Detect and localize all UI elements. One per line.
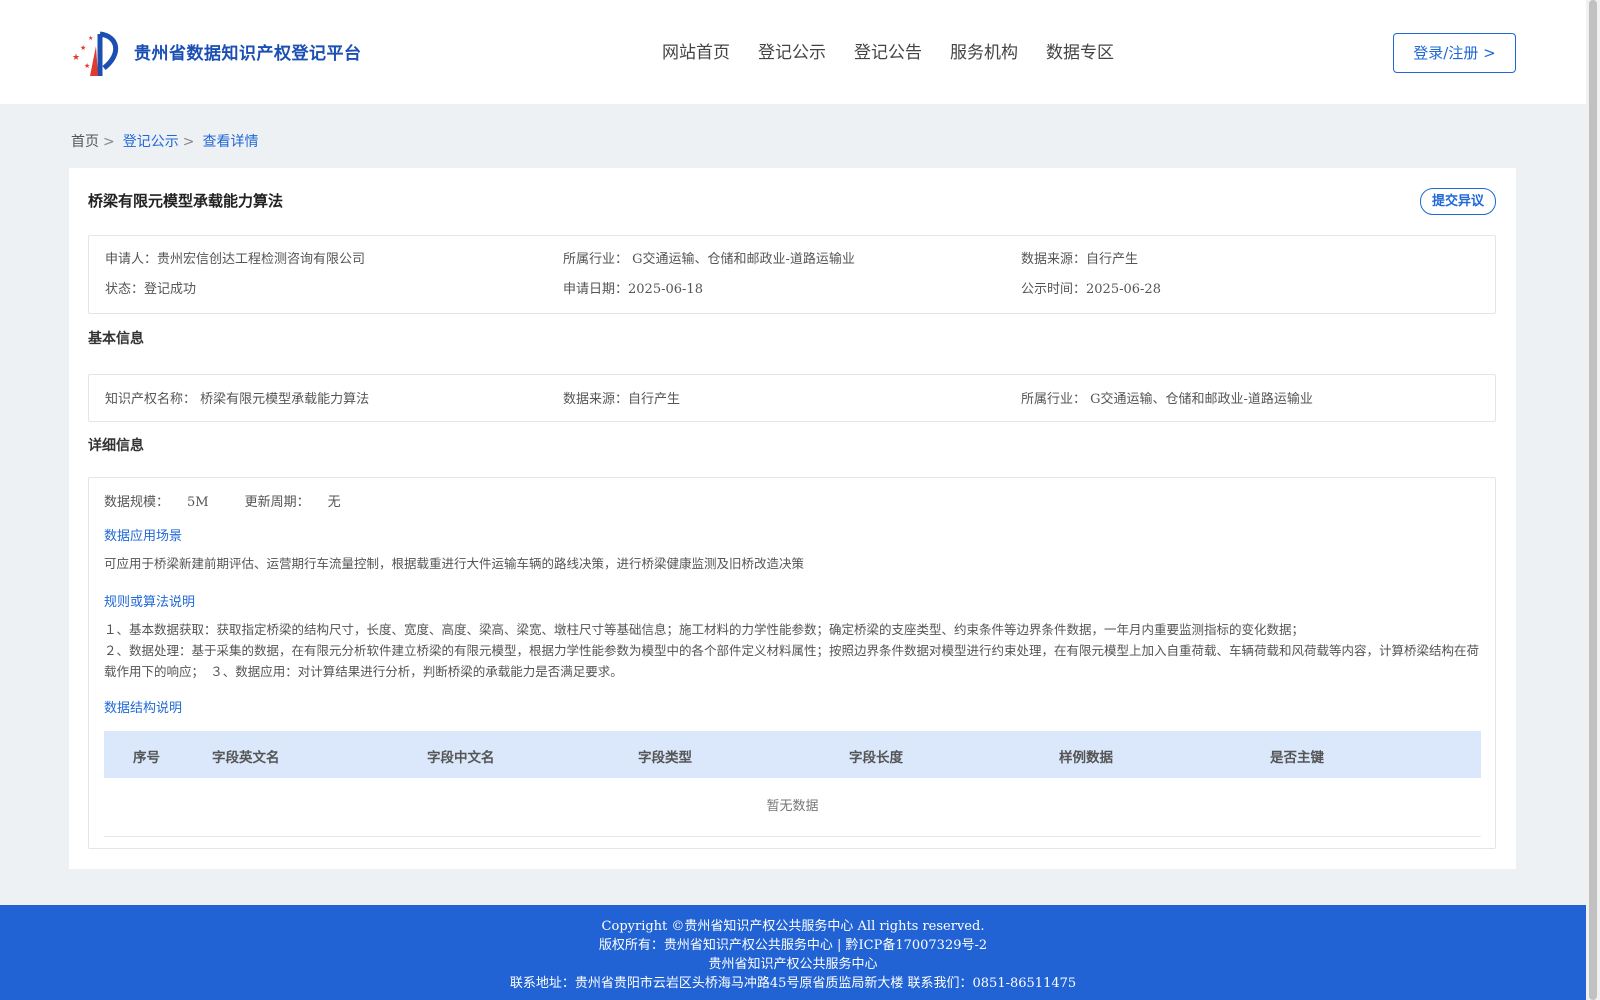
detail-card: 桥梁有限元模型承载能力算法 提交异议 申请人：贵州宏信创达工程检测咨询有限公司 …	[69, 168, 1516, 869]
publish-date-field: 公示时间：2025-06-28	[1021, 282, 1161, 297]
svg-text:★: ★	[80, 44, 86, 52]
algorithm-heading: 规则或算法说明	[104, 595, 196, 610]
basic-info-panel: 知识产权名称： 桥梁有限元模型承载能力算法 数据来源：自行产生 所属行业： G交…	[88, 374, 1496, 422]
status-field: 状态：登记成功	[105, 282, 197, 297]
svg-text:★: ★	[84, 62, 90, 70]
col-index: 序号	[133, 750, 160, 766]
structure-heading: 数据结构说明	[104, 701, 183, 716]
col-field-en: 字段英文名	[212, 750, 280, 766]
site-header: ★ ★ ★ ★ 贵州省数据知识产权登记平台 网站首页 登记公示 登记公告 服务机…	[0, 0, 1586, 104]
algorithm-line-1: １、基本数据获取：获取指定桥梁的结构尺寸，长度、宽度、高度、梁高、梁宽、墩柱尺寸…	[104, 622, 1305, 637]
summary-row: 状态：登记成功 申请日期：2025-06-18 公示时间：2025-06-28	[105, 278, 1479, 297]
applicant-field: 申请人：贵州宏信创达工程检测咨询有限公司	[105, 252, 366, 267]
page-scrollbar[interactable]	[1586, 0, 1600, 1000]
submit-objection-button[interactable]: 提交异议	[1420, 188, 1496, 215]
data-scale-value: 5M	[187, 495, 209, 510]
industry-field: 所属行业： G交通运输、仓储和邮政业-道路运输业	[563, 252, 855, 267]
source-field: 数据来源：自行产生	[1021, 252, 1139, 267]
applicant-value: 贵州宏信创达工程检测咨询有限公司	[157, 252, 366, 267]
site-logo[interactable]: ★ ★ ★ ★ 贵州省数据知识产权登记平台	[70, 24, 362, 78]
ip-name-value: 桥梁有限元模型承载能力算法	[200, 392, 370, 407]
basic-source-field: 数据来源：自行产生	[563, 392, 681, 407]
footer-org: 贵州省知识产权公共服务中心	[708, 957, 878, 972]
col-field-length: 字段长度	[849, 750, 903, 766]
svg-text:★: ★	[88, 35, 93, 42]
industry-value: G交通运输、仓储和邮政业-道路运输业	[632, 252, 855, 267]
update-cycle-value: 无	[327, 495, 341, 510]
update-cycle-field: 更新周期：无	[244, 495, 341, 510]
basic-info-row: 知识产权名称： 桥梁有限元模型承载能力算法 数据来源：自行产生 所属行业： G交…	[105, 388, 1479, 407]
apply-date-value: 2025-06-18	[628, 282, 703, 297]
breadcrumb-home[interactable]: 首页	[71, 134, 99, 150]
breadcrumb-separator: >	[103, 134, 115, 150]
basic-info-heading: 基本信息	[88, 331, 144, 347]
summary-panel: 申请人：贵州宏信创达工程检测咨询有限公司 所属行业： G交通运输、仓储和邮政业-…	[88, 235, 1496, 314]
detail-info-heading: 详细信息	[88, 438, 144, 454]
site-footer: Copyright ©贵州省知识产权公共服务中心 All rights rese…	[0, 905, 1586, 1000]
publish-date-value: 2025-06-28	[1086, 282, 1161, 297]
scenario-text: 可应用于桥梁新建前期评估、运营期行车流量控制，根据载重进行大件运输车辆的路线决策…	[104, 556, 805, 571]
svg-text:★: ★	[72, 53, 80, 63]
breadcrumb: 首页 > 登记公示 > 查看详情	[71, 131, 258, 151]
status-value: 登记成功	[144, 282, 197, 297]
breadcrumb-list[interactable]: 登记公示	[123, 134, 179, 150]
apply-date-field: 申请日期：2025-06-18	[563, 282, 703, 297]
logo-emblem-icon: ★ ★ ★ ★	[72, 31, 118, 76]
breadcrumb-current: 查看详情	[202, 134, 259, 150]
nav-registration-announcement[interactable]: 登记公告	[854, 38, 922, 63]
basic-industry-value: G交通运输、仓储和邮政业-道路运输业	[1090, 392, 1313, 407]
basic-source-value: 自行产生	[628, 392, 681, 407]
footer-copyright: Copyright ©贵州省知识产权公共服务中心 All rights rese…	[601, 919, 985, 934]
ip-name-field: 知识产权名称： 桥梁有限元模型承载能力算法	[105, 392, 370, 407]
col-primary-key: 是否主键	[1270, 750, 1324, 766]
scenario-heading: 数据应用场景	[104, 529, 183, 544]
scrollbar-thumb[interactable]	[1589, 0, 1597, 1000]
algorithm-text: １、基本数据获取：获取指定桥梁的结构尺寸，长度、宽度、高度、梁高、梁宽、墩柱尺寸…	[104, 619, 1482, 682]
col-field-type: 字段类型	[638, 750, 692, 766]
nav-home[interactable]: 网站首页	[662, 38, 730, 63]
detail-info-panel: 数据规模： 5M 更新周期：无 数据应用场景 可应用于桥梁新建前期评估、运营期行车流…	[88, 477, 1496, 849]
data-scale-line: 数据规模： 5M 更新周期：无	[104, 491, 377, 510]
site-title: 贵州省数据知识产权登记平台	[134, 43, 362, 64]
col-field-cn: 字段中文名	[427, 750, 495, 766]
breadcrumb-separator: >	[182, 134, 195, 150]
login-register-button[interactable]: 登录/注册 >	[1393, 33, 1516, 73]
source-value: 自行产生	[1086, 252, 1139, 267]
footer-contact: 联系地址：贵州省贵阳市云岩区头桥海马冲路45号原省质监局新大楼 联系我们：085…	[509, 976, 1077, 991]
col-sample: 样例数据	[1059, 750, 1113, 766]
data-structure-table: 序号 字段英文名 字段中文名 字段类型 字段长度 样例数据 是否主键 暂无数据	[104, 731, 1481, 837]
page-title: 桥梁有限元模型承载能力算法	[88, 192, 284, 210]
data-scale-field: 数据规模： 5M	[104, 495, 209, 510]
table-empty-state: 暂无数据	[104, 778, 1481, 837]
nav-service-agencies[interactable]: 服务机构	[950, 38, 1018, 63]
footer-owner: 版权所有：贵州省知识产权公共服务中心 | 黔ICP备17007329号-2	[598, 938, 988, 953]
nav-data-zone[interactable]: 数据专区	[1046, 38, 1114, 63]
nav-registration-publicity[interactable]: 登记公示	[758, 38, 826, 63]
table-header: 序号 字段英文名 字段中文名 字段类型 字段长度 样例数据 是否主键	[104, 731, 1481, 778]
algorithm-line-2: ２、数据处理：基于采集的数据，在有限元分析软件建立桥梁的有限元模型，根据力学性能…	[104, 643, 1480, 679]
summary-row: 申请人：贵州宏信创达工程检测咨询有限公司 所属行业： G交通运输、仓储和邮政业-…	[105, 248, 1479, 267]
basic-industry-field: 所属行业： G交通运输、仓储和邮政业-道路运输业	[1021, 392, 1313, 407]
main-nav: 网站首页 登记公示 登记公告 服务机构 数据专区	[662, 38, 1142, 63]
